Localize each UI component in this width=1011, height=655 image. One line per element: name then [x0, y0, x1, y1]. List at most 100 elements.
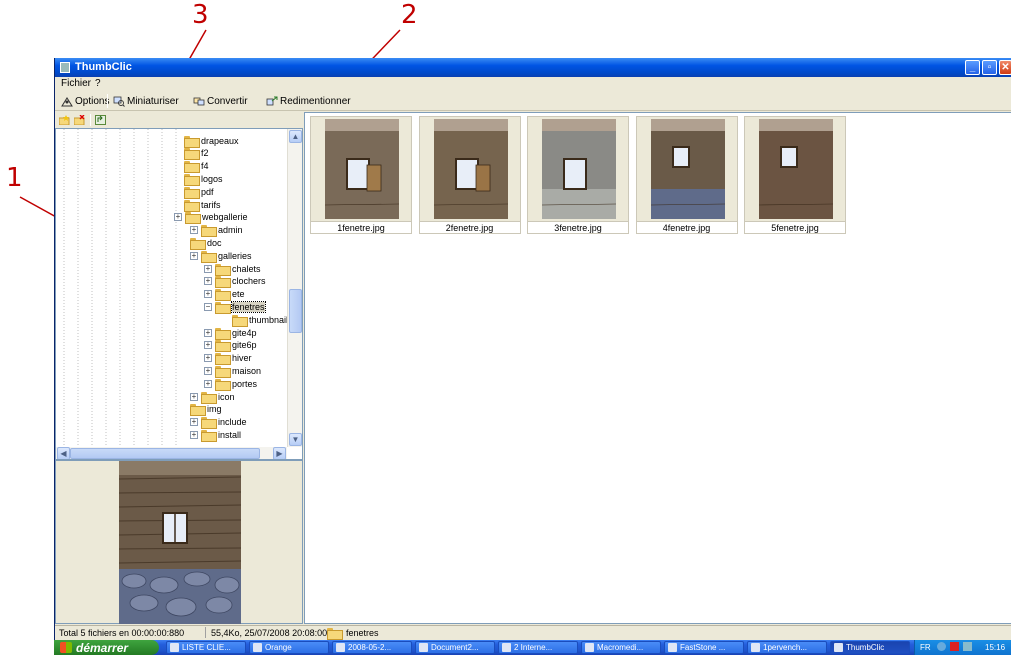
scroll-right-arrow[interactable]: ▶ — [273, 447, 286, 459]
tree-node[interactable]: f4 — [184, 161, 209, 174]
tree-node[interactable]: + maison — [204, 365, 261, 378]
scroll-down-arrow[interactable]: ▼ — [289, 433, 302, 446]
user-icon[interactable] — [963, 642, 972, 651]
expand-icon[interactable]: + — [204, 277, 212, 286]
tree-node[interactable]: + hiver — [204, 353, 252, 366]
new-folder-icon[interactable] — [59, 115, 70, 125]
folder-icon — [215, 340, 231, 353]
tree-node[interactable]: + clochers — [204, 276, 266, 289]
taskbar-task-button[interactable]: Orange — [249, 641, 329, 654]
tree-node[interactable]: + admin — [190, 225, 243, 238]
tree-node[interactable]: + include — [190, 417, 247, 430]
options-button[interactable]: Options — [61, 94, 109, 108]
tree-node[interactable]: thumbnails — [232, 314, 293, 327]
tree-node[interactable]: pdf — [184, 186, 214, 199]
network-icon[interactable] — [937, 642, 946, 651]
expand-icon[interactable]: + — [190, 251, 198, 260]
collapse-icon[interactable]: − — [204, 302, 212, 311]
tree-node-label: clochers — [232, 276, 266, 287]
refresh-icon[interactable] — [95, 115, 106, 125]
language-indicator[interactable]: FR — [920, 643, 931, 652]
folder-tree[interactable]: drapeaux f2 f4 logos pdf tarifs + webgallerie + a… — [55, 128, 303, 460]
close-button[interactable]: ✕ — [999, 60, 1011, 75]
horizontal-scroll-thumb[interactable] — [70, 448, 260, 459]
delete-folder-icon[interactable] — [74, 115, 85, 125]
taskbar-task-button[interactable]: Document2... — [415, 641, 495, 654]
tree-node[interactable]: + galleries — [190, 250, 252, 263]
tree-node-label: img — [207, 404, 222, 415]
thumbnail-item[interactable]: 4fenetre.jpg — [635, 116, 738, 234]
tree-node[interactable]: doc — [190, 237, 222, 250]
expand-icon[interactable]: + — [190, 418, 198, 427]
expand-icon[interactable]: + — [174, 213, 182, 222]
folder-icon — [215, 301, 231, 314]
tree-node[interactable]: logos — [184, 173, 223, 186]
tree-node-label: gite6p — [232, 340, 257, 351]
tree-node[interactable]: + ete — [204, 289, 245, 302]
thumbnail-image — [433, 119, 508, 219]
expand-icon[interactable]: + — [204, 379, 212, 388]
taskbar-task-button[interactable]: FastStone ... — [664, 641, 744, 654]
tree-node-label: include — [218, 417, 247, 428]
expand-icon[interactable]: + — [204, 290, 212, 299]
taskbar-task-button[interactable]: 2 Interne... — [498, 641, 578, 654]
minimize-button[interactable]: _ — [965, 60, 980, 75]
toolbar-separator — [107, 94, 108, 108]
task-label: 1pervench... — [763, 643, 808, 652]
thumbnail-item[interactable]: 2fenetre.jpg — [418, 116, 521, 234]
taskbar-task-button[interactable]: ThumbClic — [830, 641, 910, 654]
tree-node[interactable]: + webgallerie — [174, 212, 248, 225]
thumbnail-grid: 1fenetre.jpg 2fenetre.jpg 3fenetre.jpg 4fen… — [304, 112, 1011, 624]
tree-node[interactable]: + gite4p — [204, 327, 257, 340]
tree-node-label: chalets — [232, 263, 261, 274]
resize-button[interactable]: Redimentionner — [266, 94, 351, 108]
tree-node[interactable]: f2 — [184, 148, 209, 161]
tree-node[interactable]: + chalets — [204, 263, 261, 276]
tree-vertical-scrollbar[interactable]: ▲ ▼ — [287, 129, 302, 447]
maximize-button[interactable]: ▫ — [982, 60, 997, 75]
tree-node[interactable]: + portes — [204, 378, 257, 391]
expand-icon[interactable]: + — [204, 341, 212, 350]
expand-icon[interactable]: + — [190, 226, 198, 235]
scroll-up-arrow[interactable]: ▲ — [289, 130, 302, 143]
folder-icon — [201, 250, 217, 263]
app-icon — [60, 62, 70, 73]
tree-node[interactable]: + icon — [190, 391, 235, 404]
menu-help[interactable]: ? — [95, 78, 101, 89]
vertical-scroll-thumb[interactable] — [289, 289, 302, 333]
task-label: Document2... — [431, 643, 479, 652]
tree-horizontal-scrollbar[interactable]: ◀ ▶ — [56, 447, 287, 459]
taskbar-task-button[interactable]: 1pervench... — [747, 641, 827, 654]
title-bar[interactable]: ThumbClic _ ▫ ✕ — [55, 58, 1011, 77]
taskbar-task-button[interactable]: 2008-05-2... — [332, 641, 412, 654]
tree-node[interactable]: + gite6p — [204, 340, 257, 353]
taskbar-task-button[interactable]: LISTE CLIE... — [166, 641, 246, 654]
antivirus-icon[interactable] — [950, 642, 959, 651]
thumbnail-item[interactable]: 1fenetre.jpg — [310, 116, 412, 234]
scroll-left-arrow[interactable]: ◀ — [57, 447, 70, 459]
task-app-icon — [751, 643, 760, 652]
expand-icon[interactable]: + — [204, 264, 212, 273]
expand-icon[interactable]: + — [190, 430, 198, 439]
expand-icon[interactable]: + — [204, 328, 212, 337]
thumbnail-item[interactable]: 5fenetre.jpg — [744, 116, 846, 234]
tree-node[interactable]: drapeaux — [184, 135, 239, 148]
status-file-info: 55,4Ko, 25/07/2008 20:08:00 — [211, 628, 328, 638]
expand-icon[interactable]: + — [190, 392, 198, 401]
taskbar-task-button[interactable]: Macromedi... — [581, 641, 661, 654]
tree-node[interactable]: + install — [190, 429, 241, 442]
tree-node-label: fenetres — [231, 300, 266, 313]
expand-icon[interactable]: + — [204, 354, 212, 363]
tree-node[interactable]: − fenetres — [204, 300, 266, 314]
task-app-icon — [585, 643, 594, 652]
window-title: ThumbClic — [75, 61, 132, 73]
thumbnail-button[interactable]: Miniaturiser — [113, 94, 179, 108]
convert-button[interactable]: Convertir — [193, 94, 248, 108]
windows-logo-icon — [60, 642, 72, 653]
expand-icon[interactable]: + — [204, 366, 212, 375]
thumbnail-item[interactable]: 3fenetre.jpg — [527, 116, 629, 234]
start-button[interactable]: démarrer — [54, 640, 159, 655]
tree-node[interactable]: tarifs — [184, 199, 221, 212]
menu-fichier[interactable]: Fichier — [61, 78, 91, 89]
tree-node[interactable]: img — [190, 404, 222, 417]
